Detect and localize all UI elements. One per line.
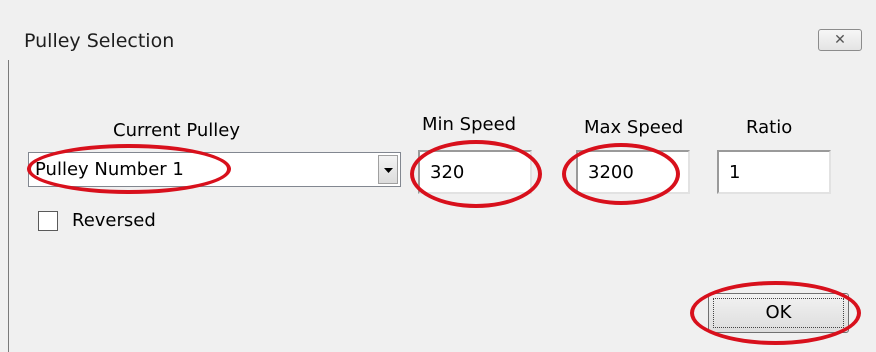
title-bar[interactable]: Pulley Selection ✕: [0, 0, 876, 60]
dropdown-arrow-button[interactable]: [378, 155, 398, 184]
ok-button[interactable]: OK: [708, 293, 849, 333]
max-speed-value: 3200: [588, 162, 634, 183]
ratio-input[interactable]: 1: [717, 150, 831, 194]
chevron-down-icon: [384, 168, 393, 173]
max-speed-label: Max Speed: [584, 117, 684, 138]
ratio-label: Ratio: [746, 117, 793, 138]
dialog-title: Pulley Selection: [24, 30, 175, 52]
reversed-checkbox[interactable]: [38, 211, 58, 231]
ratio-value: 1: [729, 162, 741, 183]
current-pulley-dropdown[interactable]: Pulley Number 1: [28, 152, 401, 187]
close-icon: ✕: [834, 32, 846, 48]
current-pulley-value: Pulley Number 1: [35, 159, 184, 180]
reversed-label[interactable]: Reversed: [72, 210, 156, 232]
max-speed-input[interactable]: 3200: [576, 150, 690, 194]
min-speed-input[interactable]: 320: [418, 150, 532, 194]
focus-rectangle: [713, 298, 844, 328]
min-speed-label: Min Speed: [422, 114, 517, 135]
current-pulley-label: Current Pulley: [113, 120, 241, 141]
pulley-selection-dialog: Pulley Selection ✕ Current Pulley Min Sp…: [0, 0, 876, 352]
min-speed-value: 320: [430, 162, 465, 183]
close-button[interactable]: ✕: [818, 29, 862, 51]
